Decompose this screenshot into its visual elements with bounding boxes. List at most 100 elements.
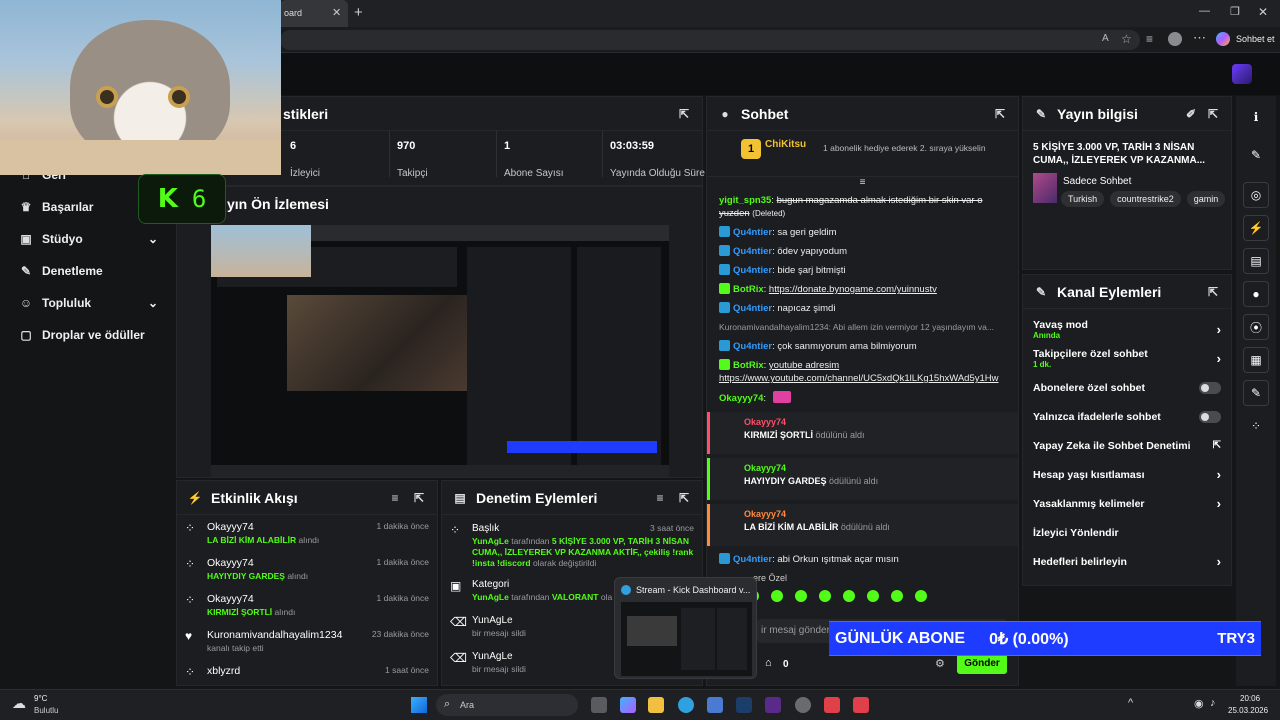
wifi-icon[interactable]: ◉ (1194, 697, 1204, 710)
chat-username[interactable]: Qu4ntier (733, 303, 772, 314)
file-explorer-icon[interactable] (648, 697, 664, 713)
clock-date[interactable]: 25.03.2026 (1228, 706, 1268, 715)
channel-action-row[interactable]: Abonelere özel sohbet (1023, 373, 1231, 402)
channel-action-row[interactable]: Yalnızca ifadelerle sohbet (1023, 402, 1231, 431)
tray-chevron-icon[interactable]: ^ (1128, 697, 1133, 709)
start-icon[interactable] (411, 697, 427, 713)
edge-app-icon[interactable] (678, 697, 694, 713)
moderation-row[interactable]: ⁘ Başlık 3 saat önce YunAgLe tarafından 5 K… (442, 515, 702, 571)
edit-icon[interactable]: ✐ (1183, 106, 1199, 122)
feed-row[interactable]: ♥ Kuronamivandalhayalim1234 kanalı takip … (177, 623, 437, 659)
chevron-right-icon[interactable]: › (1217, 554, 1221, 569)
tag-chip[interactable]: countrestrike2 (1110, 191, 1181, 207)
filter-icon[interactable]: ≡ (652, 490, 668, 506)
taskbar-search[interactable]: ⌕ Ara (436, 694, 578, 716)
chevron-right-icon[interactable]: › (1217, 322, 1221, 337)
feed-row[interactable]: ⁘ Okayyy74 KIRMIZİ ŞORTLİ alındı 1 dakika ö… (177, 587, 437, 623)
popout-icon[interactable]: ⇱ (411, 490, 427, 506)
chat-username[interactable]: Qu4ntier (733, 246, 772, 257)
sidebar-item[interactable]: ☺ Topluluk ⌄ (0, 287, 174, 319)
toggle-switch[interactable] (1199, 410, 1221, 423)
new-tab-icon[interactable]: + (354, 4, 363, 21)
channel-action-row[interactable]: Yapay Zeka ile Sohbet Denetimi ⇱ (1023, 431, 1231, 460)
riot-icon[interactable] (853, 697, 869, 713)
channel-action-row[interactable]: Hesap yaşı kısıtlaması › (1023, 460, 1231, 489)
wrench-icon[interactable]: ✎ (1243, 380, 1269, 406)
chevron-right-icon[interactable]: › (1217, 351, 1221, 366)
channel-action-row[interactable]: Yavaş mod Anında › (1023, 315, 1231, 344)
info-icon[interactable]: ℹ (1243, 104, 1269, 130)
lightning-icon[interactable]: ⚡ (1243, 215, 1269, 241)
redeem-user[interactable]: Okayyy74 (744, 416, 1006, 429)
popout-icon[interactable]: ⇱ (1205, 106, 1221, 122)
notes-icon[interactable]: ▤ (1243, 248, 1269, 274)
sidebar-item[interactable]: ▢ Droplar ve ödüller (0, 319, 174, 351)
feed-row[interactable]: ⁘ Okayyy74 HAYIYDIY GARDEŞ alındı 1 dakika … (177, 551, 437, 587)
copilot-app-icon[interactable] (620, 697, 636, 713)
steam-icon[interactable] (736, 697, 752, 713)
tab-close-icon[interactable]: ✕ (332, 6, 341, 19)
popout-icon[interactable]: ⇱ (676, 106, 692, 122)
tag-chip[interactable]: gamin (1186, 191, 1226, 207)
chat-settings-icon[interactable]: ⚙ (935, 657, 945, 670)
target-icon[interactable]: ◎ (1243, 182, 1269, 208)
url-field[interactable] (280, 30, 1140, 50)
user-avatar[interactable] (1232, 64, 1252, 84)
popout-icon[interactable]: ⇱ (1205, 284, 1221, 300)
toggle-switch[interactable] (1199, 381, 1221, 394)
category-name[interactable]: Sadece Sohbet (1063, 176, 1131, 187)
layout-icon[interactable]: ▦ (1243, 347, 1269, 373)
chevron-right-icon[interactable]: › (1217, 467, 1221, 482)
apps-icon[interactable]: ⁘ (1243, 413, 1269, 439)
chat-username[interactable]: yigit_spn35 (719, 195, 771, 206)
vpn-icon[interactable] (765, 697, 781, 713)
feed-row[interactable]: ⁘ Okayyy74 LA BİZİ KİM ALABİLİR alındı 1 da… (177, 515, 437, 551)
task-view-icon[interactable] (591, 697, 607, 713)
close-window-icon[interactable]: ✕ (1258, 5, 1268, 19)
redeem-user[interactable]: Okayyy74 (744, 508, 1006, 521)
channel-action-row[interactable]: Takipçilere özel sohbet 1 dk. › (1023, 344, 1231, 373)
chat-username[interactable]: BotRix (733, 360, 764, 371)
more-menu-icon[interactable]: ⋯ (1193, 30, 1206, 46)
chat-username[interactable]: Okayyy74 (719, 393, 763, 404)
sidebar-item[interactable]: ✎ Denetleme (0, 255, 174, 287)
valorant-icon[interactable] (824, 697, 840, 713)
chevron-down-icon[interactable]: ⌄ (148, 296, 158, 310)
chat-bubble-icon[interactable]: ● (1243, 281, 1269, 307)
speaker-icon[interactable]: ♪ (1210, 697, 1216, 709)
browser-tab[interactable]: oard ✕ (280, 0, 348, 27)
chat-username[interactable]: Qu4ntier (733, 265, 772, 276)
popout-icon[interactable]: ⇱ (676, 490, 692, 506)
channel-action-row[interactable]: Yasaklanmış kelimeler › (1023, 489, 1231, 518)
chat-username[interactable]: Qu4ntier (733, 341, 772, 352)
taskbar-thumbnail-popup[interactable]: Stream - Kick Dashboard v... (614, 577, 757, 679)
chat-collapse-icon[interactable]: ≡ (707, 177, 1018, 191)
chevron-down-icon[interactable]: ⌄ (148, 232, 158, 246)
copilot-icon[interactable] (1216, 32, 1230, 46)
sidebar-item[interactable]: ▣ Stüdyo ⌄ (0, 223, 174, 255)
pencil-icon[interactable]: ✎ (1243, 142, 1269, 168)
copilot-label[interactable]: Sohbet et (1236, 34, 1275, 44)
clock-time[interactable]: 20:06 (1240, 694, 1260, 703)
chat-username[interactable]: Qu4ntier (733, 227, 772, 238)
settings-app-icon[interactable] (795, 697, 811, 713)
send-button[interactable]: Gönder (957, 654, 1007, 674)
read-aloud-icon[interactable]: A (1102, 33, 1109, 44)
stream-preview-video[interactable] (211, 225, 669, 477)
pinned-leaderboard[interactable]: 1 ChiKitsu 1 abonelik hediye ederek 2. s… (707, 131, 1018, 177)
popout-icon[interactable]: ⇱ (992, 106, 1008, 122)
broadcast-icon[interactable]: ⦿ (1243, 314, 1269, 340)
store-icon[interactable] (707, 697, 723, 713)
channel-action-row[interactable]: Hedefleri belirleyin › (1023, 547, 1231, 576)
weather-icon[interactable]: ☁ (12, 695, 26, 712)
tag-chip[interactable]: Turkish (1061, 191, 1105, 207)
chevron-right-icon[interactable]: › (1217, 496, 1221, 511)
channel-action-row[interactable]: İzleyici Yönlendir (1023, 518, 1231, 547)
favorite-icon[interactable]: ☆ (1121, 32, 1132, 46)
external-link-icon[interactable]: ⇱ (1213, 440, 1221, 451)
filter-icon[interactable]: ≡ (387, 490, 403, 506)
profile-avatar[interactable] (1168, 32, 1182, 46)
minimize-icon[interactable]: — (1199, 5, 1210, 17)
maximize-icon[interactable]: ❐ (1230, 5, 1240, 18)
redeem-user[interactable]: Okayyy74 (744, 462, 1006, 475)
